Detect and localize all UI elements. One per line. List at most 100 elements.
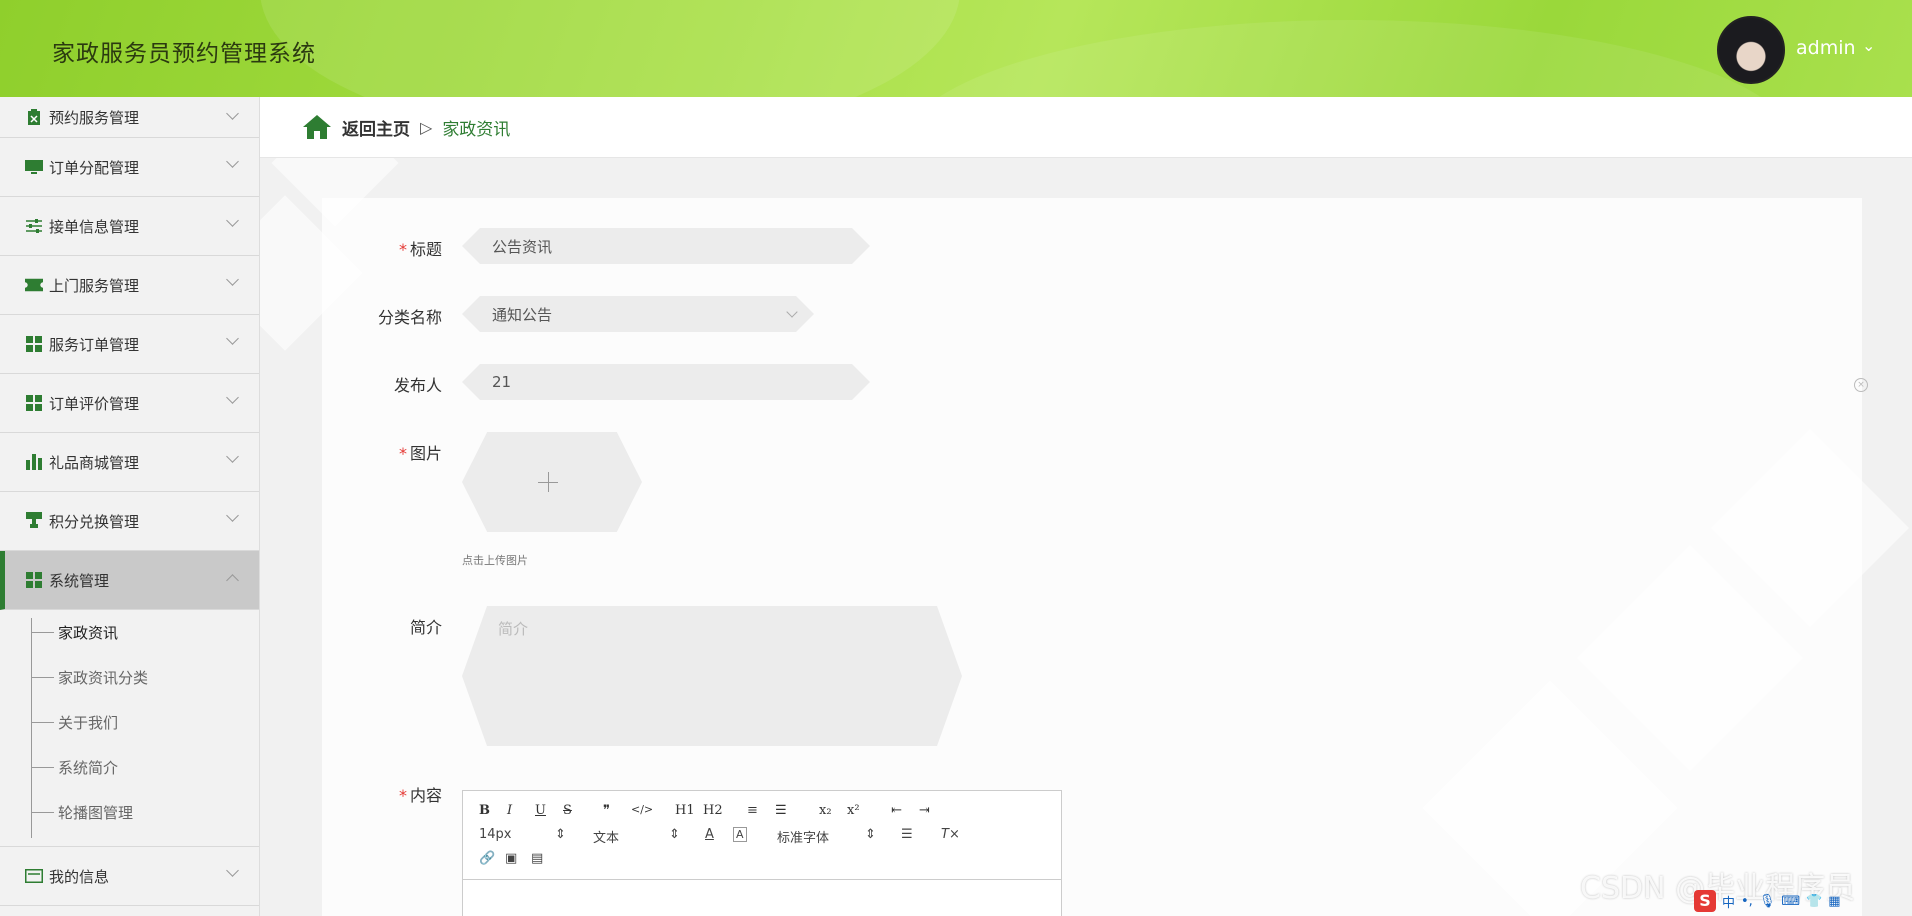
bar-chart-icon (25, 453, 43, 471)
breadcrumb-current: 家政资讯 (442, 119, 511, 140)
font-size-select[interactable]: 14px (479, 827, 512, 842)
sidebar-item-label: 服务订单管理 (49, 335, 140, 354)
sidebar: 预约服务管理 订单分配管理 接单信息管理 上门服务管理 服务订单管理 订单评价管 (0, 97, 260, 916)
chevron-down-icon (226, 391, 239, 404)
quote-button[interactable]: ❞ (603, 803, 610, 818)
publisher-label: 发布人 (393, 376, 442, 395)
submenu-item-news-category[interactable]: 家政资讯分类 (0, 655, 259, 700)
avatar[interactable] (1717, 16, 1785, 84)
sidebar-item-label: 订单评价管理 (49, 394, 140, 413)
top-header: 家政服务员预约管理系统 admin ⌄ (0, 0, 1912, 97)
home-icon[interactable] (302, 114, 332, 140)
superscript-button[interactable]: x² (847, 803, 860, 818)
publisher-input[interactable]: 21 (462, 364, 870, 400)
category-select[interactable]: 通知公告 (462, 296, 814, 332)
stamp-icon (25, 512, 43, 530)
clipboard-icon (25, 108, 43, 126)
code-block-button[interactable]: </> (631, 803, 653, 816)
chevron-down-icon[interactable]: ⌄ (1862, 36, 1875, 55)
system-submenu: 家政资讯 家政资讯分类 关于我们 系统简介 轮播图管理 (0, 610, 259, 846)
chevron-down-icon (226, 509, 239, 522)
plus-icon (548, 472, 549, 492)
summary-label: 简介 (409, 618, 442, 637)
align-icon[interactable]: ☰ (901, 827, 913, 842)
underline-button[interactable]: U (535, 803, 546, 818)
video-icon[interactable]: ▤ (531, 851, 543, 866)
sidebar-item-label: 系统管理 (49, 571, 110, 590)
sidebar-item-label: 接单信息管理 (49, 217, 140, 236)
ordered-list-button[interactable]: ≡ (747, 803, 758, 818)
back-home-link[interactable]: 返回主页 (342, 115, 410, 140)
submenu-item-news[interactable]: 家政资讯 (0, 610, 259, 655)
keyboard-icon[interactable]: ⌨ (1781, 894, 1800, 909)
subscript-button[interactable]: x₂ (819, 803, 832, 818)
chevron-down-icon (226, 155, 239, 168)
sidebar-item-service-order[interactable]: 服务订单管理 (0, 315, 259, 374)
skin-icon[interactable]: 👕 (1806, 894, 1822, 909)
strikethrough-button[interactable]: S (563, 803, 572, 818)
grid-icon (25, 394, 43, 412)
title-input[interactable]: 公告资讯 (462, 228, 870, 264)
sidebar-item-my-info[interactable]: 我的信息 (0, 846, 259, 906)
tools-icon[interactable]: ▦ (1828, 894, 1840, 909)
sidebar-item-order-review[interactable]: 订单评价管理 (0, 374, 259, 433)
sidebar-item-points-exchange[interactable]: 积分兑换管理 (0, 492, 259, 551)
background-color-icon[interactable]: A (733, 827, 747, 842)
grid-icon (25, 571, 43, 589)
bullet-list-button[interactable]: ☰ (775, 803, 787, 818)
id-card-icon (25, 867, 43, 885)
chinese-input-indicator[interactable]: 中 (1722, 892, 1735, 911)
sidebar-item-system[interactable]: 系统管理 (0, 551, 259, 610)
sidebar-item-label: 预约服务管理 (49, 108, 140, 127)
image-icon[interactable]: ▣ (505, 851, 517, 866)
font-color-icon[interactable]: A (705, 827, 714, 842)
chevron-down-icon (786, 306, 797, 317)
indent-button[interactable]: ⇥ (919, 803, 930, 818)
ticket-icon (25, 276, 43, 294)
submenu-item-about-us[interactable]: 关于我们 (0, 700, 259, 745)
summary-textarea[interactable]: 简介 (462, 606, 962, 746)
sidebar-item-label: 上门服务管理 (49, 276, 140, 295)
submenu-item-system-intro[interactable]: 系统简介 (0, 745, 259, 790)
italic-button[interactable]: I (507, 803, 512, 818)
close-icon[interactable]: × (1854, 378, 1868, 392)
app-title: 家政服务员预约管理系统 (52, 41, 316, 67)
sidebar-item-order-assign[interactable]: 订单分配管理 (0, 138, 259, 197)
sidebar-item-gift-mall[interactable]: 礼品商城管理 (0, 433, 259, 492)
select-arrows-icon: ⇕ (555, 827, 566, 842)
main-content: * 标题 公告资讯 分类名称 通知公告 发布人 21 * 图片 点击上传图片 简介 … (260, 158, 1912, 916)
punctuation-icon[interactable]: •, (1741, 894, 1753, 909)
sidebar-item-home-service[interactable]: 上门服务管理 (0, 256, 259, 315)
sidebar-item-appointment[interactable]: 预约服务管理 (0, 97, 259, 138)
text-type-select[interactable]: 文本 (593, 827, 619, 846)
image-upload[interactable] (462, 432, 642, 532)
sidebar-item-label: 订单分配管理 (49, 158, 140, 177)
sogou-logo-icon[interactable]: S (1694, 890, 1716, 912)
breadcrumb: 返回主页 ▷ 家政资讯 (260, 97, 1912, 158)
sidebar-item-label: 礼品商城管理 (49, 453, 140, 472)
header-decoration (900, 20, 1800, 97)
chevron-down-icon (226, 864, 239, 877)
link-icon[interactable]: 🔗 (479, 851, 495, 866)
rich-text-editor[interactable]: B I U S ❞ </> H1 H2 ≡ ☰ x₂ x² ⇤ ⇥ 14px ⇕… (462, 790, 1062, 916)
monitor-icon (25, 158, 43, 176)
grid-icon (25, 335, 43, 353)
microphone-icon[interactable]: 🎙 (1759, 894, 1776, 909)
heading2-button[interactable]: H2 (703, 803, 723, 818)
form-card: * 标题 公告资讯 分类名称 通知公告 发布人 21 * 图片 点击上传图片 简介 … (322, 198, 1862, 916)
editor-toolbar: B I U S ❞ </> H1 H2 ≡ ☰ x₂ x² ⇤ ⇥ 14px ⇕… (463, 791, 1061, 880)
user-menu[interactable]: admin (1796, 37, 1856, 59)
upload-hint: 点击上传图片 (462, 554, 528, 567)
title-label: * 标题 (398, 240, 442, 259)
bold-button[interactable]: B (479, 803, 490, 818)
font-family-select[interactable]: 标准字体 (777, 827, 829, 846)
submenu-item-carousel[interactable]: 轮播图管理 (0, 790, 259, 835)
image-label: * 图片 (398, 444, 442, 463)
sidebar-item-order-accept[interactable]: 接单信息管理 (0, 197, 259, 256)
chevron-down-icon (226, 450, 239, 463)
chevron-down-icon (226, 332, 239, 345)
breadcrumb-separator: ▷ (420, 117, 433, 137)
outdent-button[interactable]: ⇤ (891, 803, 902, 818)
heading1-button[interactable]: H1 (675, 803, 695, 818)
clear-format-icon[interactable]: T× (941, 827, 960, 842)
